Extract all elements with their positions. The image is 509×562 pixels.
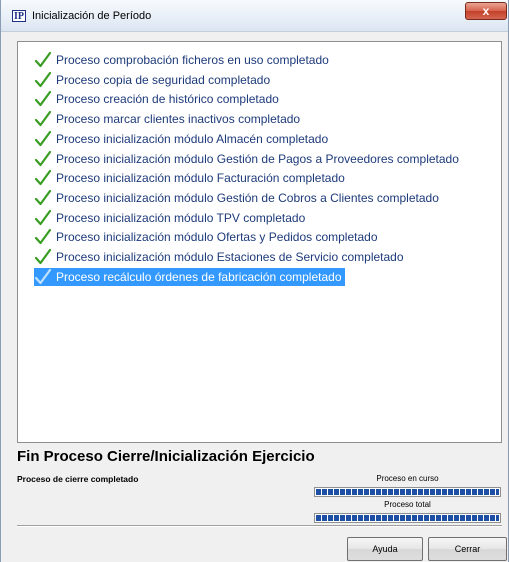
check-icon [34, 150, 52, 168]
check-icon [34, 90, 52, 108]
current-progress-label: Proceso en curso [376, 474, 439, 483]
list-item[interactable]: Proceso creación de histórico completado [34, 90, 281, 108]
total-progress-label: Proceso total [384, 500, 431, 509]
list-item-label: Proceso inicialización módulo Gestión de… [56, 190, 439, 205]
status-text: Proceso de cierre completado [17, 474, 139, 484]
list-item[interactable]: Proceso inicialización módulo TPV comple… [34, 209, 307, 227]
process-log-list[interactable]: Proceso comprobación ficheros en uso com… [17, 41, 502, 443]
title-bar[interactable]: IP Inicialización de Período x [1, 0, 508, 32]
list-item-label: Proceso inicialización módulo Gestión de… [56, 151, 459, 166]
summary-title: Fin Proceso Cierre/Inicialización Ejerci… [17, 448, 315, 465]
list-item-label: Proceso inicialización módulo Almacén co… [56, 131, 329, 146]
list-item[interactable]: Proceso inicialización módulo Facturació… [34, 169, 347, 187]
list-item-label: Proceso recálculo órdenes de fabricación… [56, 269, 342, 284]
current-progress-fill [316, 489, 499, 495]
total-progress-bar [314, 513, 501, 523]
list-item[interactable]: Proceso inicialización módulo Almacén co… [34, 130, 330, 148]
check-icon [34, 228, 52, 246]
list-item-label: Proceso inicialización módulo TPV comple… [56, 210, 306, 225]
list-item[interactable]: Proceso inicialización módulo Gestión de… [34, 150, 461, 168]
list-item-label: Proceso marcar clientes inactivos comple… [56, 112, 301, 127]
help-button[interactable]: Ayuda [347, 537, 423, 561]
close-button[interactable]: Cerrar [428, 537, 507, 561]
list-item-label: Proceso comprobación ficheros en uso com… [56, 53, 329, 67]
check-icon [34, 169, 52, 187]
check-icon [34, 189, 52, 207]
app-icon: IP [12, 10, 26, 22]
close-icon: x [482, 4, 490, 18]
list-item-label: Proceso inicialización módulo Estaciones… [56, 250, 404, 264]
check-icon [34, 209, 52, 227]
list-item[interactable]: Proceso inicialización módulo Estaciones… [34, 248, 406, 266]
check-icon [34, 248, 52, 266]
check-icon [34, 268, 52, 286]
list-item[interactable]: Proceso recálculo órdenes de fabricación… [34, 267, 345, 286]
list-item[interactable]: Proceso inicialización módulo Gestión de… [34, 189, 441, 207]
dialog-window: IP Inicialización de Período x Proceso c… [0, 0, 509, 562]
list-item-label: Proceso creación de histórico completado [56, 92, 279, 107]
list-item-label: Proceso copia de seguridad completado [56, 72, 271, 87]
current-progress-bar [314, 487, 501, 497]
list-item[interactable]: Proceso marcar clientes inactivos comple… [34, 110, 302, 128]
total-progress-fill [316, 515, 499, 521]
list-item[interactable]: Proceso comprobación ficheros en uso com… [34, 51, 331, 69]
check-icon [34, 110, 52, 128]
list-item-label: Proceso inicialización módulo Facturació… [56, 171, 345, 186]
close-window-button[interactable]: x [465, 2, 507, 20]
check-icon [34, 130, 52, 148]
list-item[interactable]: Proceso inicialización módulo Ofertas y … [34, 228, 380, 246]
footer-divider [17, 525, 502, 527]
list-item[interactable]: Proceso copia de seguridad completado [34, 71, 272, 89]
check-icon [34, 51, 52, 69]
check-icon [34, 71, 52, 89]
list-item-label: Proceso inicialización módulo Ofertas y … [56, 230, 378, 245]
window-title: Inicialización de Período [32, 10, 152, 22]
